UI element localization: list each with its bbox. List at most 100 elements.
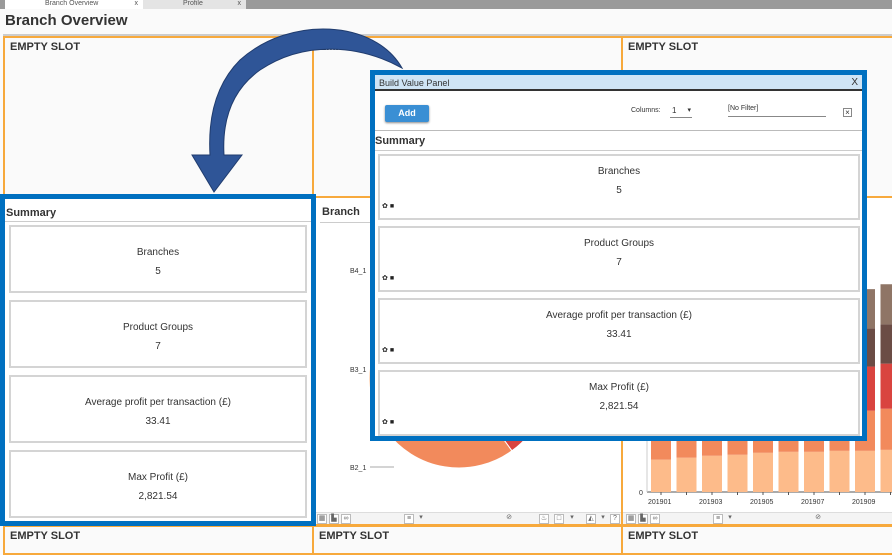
table-icon[interactable]: ▦ [626, 514, 636, 524]
divider [375, 150, 862, 151]
card-label: Average profit per transaction (£) [11, 397, 305, 408]
x-tick-label: 201901 [648, 499, 671, 506]
slot-title: EMPTY SLOT [319, 530, 389, 542]
chevron-down-icon: ▾ [687, 106, 691, 114]
card-icons[interactable]: ✿ ■ [382, 274, 394, 282]
bar-segment [830, 451, 850, 492]
value-card[interactable]: Average profit per transaction (£) 33.41 ✿… [378, 298, 860, 364]
link-icon[interactable]: ∞ [650, 514, 660, 524]
slot-title: EMPTY SLOT [628, 530, 698, 542]
card-value: 7 [11, 341, 305, 352]
card-value: 5 [11, 266, 305, 277]
empty-slot[interactable]: EMPTY SLOT [312, 525, 623, 555]
card-label: Average profit per transaction (£) [380, 310, 858, 321]
panel-title: Summary [375, 135, 425, 147]
slot-title: EMPTY SLOT [10, 530, 80, 542]
dialog-titlebar: Build Value Panel X [375, 75, 862, 91]
delete-icon[interactable]: ■ [390, 275, 394, 282]
divider [375, 130, 862, 131]
bar-segment [753, 453, 773, 492]
gear-icon[interactable]: ✿ [382, 275, 388, 282]
gear-icon[interactable]: ✿ [382, 203, 388, 210]
page-title: Branch Overview [5, 12, 128, 29]
chart-toolbar: ▦ ▙ ∞ ≡ ▾ ⊘ ♨ □ ▾ ◭ ▾ ? [314, 512, 621, 524]
card-label: Max Profit (£) [380, 382, 858, 393]
tab-label: Profile [183, 0, 203, 7]
bar-segment [651, 460, 671, 492]
tab-branch-overview[interactable]: Branch Overview x [5, 0, 143, 9]
bar-segment [881, 409, 892, 450]
bar-segment [881, 364, 892, 409]
delete-icon[interactable]: ■ [390, 347, 394, 354]
summary-panel: Summary Branches 5 Product Groups 7 Averag… [0, 194, 316, 526]
columns-label: Columns: [631, 107, 661, 114]
delete-icon[interactable]: ■ [390, 203, 394, 210]
card-value: 33.41 [11, 416, 305, 427]
dialog-title: Build Value Panel [379, 78, 449, 88]
card-label: Branches [11, 247, 305, 258]
value-card[interactable]: Product Groups 7 ✿ ■ [378, 226, 860, 292]
chevron-down-icon[interactable]: ▾ [416, 514, 426, 524]
x-tick-label: 201907 [801, 499, 824, 506]
bar-segment [728, 455, 748, 492]
bar-segment [881, 284, 892, 324]
slot-title: EMPTY SLOT [628, 41, 698, 53]
card-label: Product Groups [11, 322, 305, 333]
card-value: 33.41 [380, 329, 858, 340]
bar-chart-icon[interactable]: ▙ [329, 514, 339, 524]
rotate-icon[interactable]: ⊘ [504, 514, 514, 524]
value-card[interactable]: Max Profit (£)2,821.54 [9, 450, 307, 518]
slot-title: EMPTY SLOT [10, 41, 80, 53]
x-tick-label: 201905 [750, 499, 773, 506]
bar-segment [677, 458, 697, 492]
close-icon[interactable]: x [238, 0, 242, 7]
filter-input[interactable]: [No Filter] [728, 105, 826, 117]
gear-icon[interactable]: ✿ [382, 419, 388, 426]
rotate-icon[interactable]: ⊘ [813, 514, 823, 524]
card-label: Product Groups [380, 238, 858, 249]
value-card[interactable]: Max Profit (£)2,821.54✿ ■ [378, 370, 860, 436]
y-tick-label: 0 [639, 490, 643, 497]
bar-segment [702, 456, 722, 492]
close-button[interactable]: X [851, 75, 858, 91]
sort-icon[interactable]: ≡ [713, 514, 723, 524]
square-icon[interactable]: □ [554, 514, 564, 524]
delete-icon[interactable]: ■ [390, 419, 394, 426]
pie-label: B3_1 [350, 367, 366, 374]
close-icon[interactable]: x [135, 0, 139, 7]
bar-segment [855, 451, 875, 492]
value-card[interactable]: Branches 5 [9, 225, 307, 293]
card-icons[interactable]: ✿ ■ [382, 418, 394, 426]
gear-icon[interactable]: ✿ [382, 347, 388, 354]
value-card[interactable]: Product Groups 7 [9, 300, 307, 368]
sort-icon[interactable]: ≡ [404, 514, 414, 524]
clear-filter-button[interactable]: × [843, 108, 852, 117]
card-label: Branches [380, 166, 858, 177]
fire-icon[interactable]: ♨ [539, 514, 549, 524]
tab-profile[interactable]: Profile x [143, 0, 246, 9]
card-icons[interactable]: ✿ ■ [382, 346, 394, 354]
empty-slot[interactable]: EMPTY SLOT [621, 525, 892, 555]
chevron-down-icon[interactable]: ▾ [567, 514, 577, 524]
bar-chart-icon[interactable]: ▙ [638, 514, 648, 524]
add-button[interactable]: Add [385, 105, 429, 122]
card-icons[interactable]: ✿ ■ [382, 202, 394, 210]
chevron-down-icon[interactable]: ▾ [725, 514, 735, 524]
card-value: 7 [380, 257, 858, 268]
value-card[interactable]: Branches 5 ✿ ■ [378, 154, 860, 220]
tab-label: Branch Overview [45, 0, 98, 7]
columns-select[interactable]: 1▾ [670, 106, 692, 118]
area-chart-icon[interactable]: ◭ [586, 514, 596, 524]
divider [5, 221, 311, 222]
chart-toolbar: ▦ ▙ ∞ ≡ ▾ ⊘ [623, 512, 892, 524]
table-icon[interactable]: ▦ [317, 514, 327, 524]
help-icon[interactable]: ? [610, 514, 620, 524]
x-tick-label: 201909 [852, 499, 875, 506]
chevron-down-icon[interactable]: ▾ [598, 514, 608, 524]
bar-segment [779, 452, 799, 492]
link-icon[interactable]: ∞ [341, 514, 351, 524]
card-value: 5 [380, 185, 858, 196]
panel-title: Summary [6, 207, 56, 219]
value-card[interactable]: Average profit per transaction (£) 33.41 [9, 375, 307, 443]
empty-slot[interactable]: EMPTY SLOT [3, 525, 314, 555]
